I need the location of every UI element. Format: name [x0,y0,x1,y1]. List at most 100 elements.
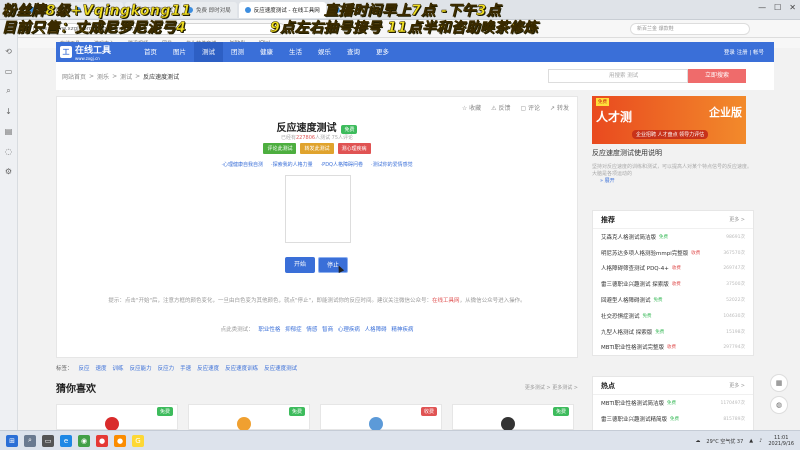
tag-link[interactable]: 反应 [79,364,90,372]
search-icon[interactable]: ⌕ [4,86,14,96]
browser-tab-active[interactable]: 反应速度测试 - 在线工具网 [238,1,326,18]
link-item[interactable]: ·测试你的爱情感觉 [371,161,413,168]
tag-link[interactable]: 反应速度 [197,364,219,372]
test-icon [501,417,515,431]
clock[interactable]: 11:01 2021/9/16 [768,435,794,447]
list-item[interactable]: 明尼苏达多项人格测验mmpi完整版 收费 367570次 [593,245,753,261]
mental-test-button[interactable]: 测心理疾病 [337,143,371,154]
link-item[interactable]: ·心理健康自我自测 [221,161,263,168]
more-tests-link[interactable]: 更多测试 > 更多测试 > [525,384,578,391]
network-icon[interactable]: ▲ [749,438,753,444]
chat-float-button[interactable]: ◍ [770,396,788,414]
breadcrumb-item[interactable]: 测乐 [97,72,109,81]
nav-item-health[interactable]: 健康 [252,42,281,62]
related-link[interactable]: 人格障碍 [365,327,387,333]
list-item[interactable]: 人格障碍筛查测试 PDQ-4+ 收费 269747次 [593,261,753,277]
close-icon[interactable]: ✕ [789,3,796,12]
list-item[interactable]: MBTI职业性格测试完整版 收费 297794次 [593,340,753,356]
site-search-button[interactable]: 立即搜索 [688,69,746,83]
comment-test-button[interactable]: 评论此测试 [263,143,297,154]
nav-item-life[interactable]: 生活 [281,42,310,62]
browser-search-input[interactable]: 新百兰金 爆款鞋 [630,23,750,35]
expand-link[interactable]: » 展开 [600,178,615,184]
start-button[interactable]: 开始 [285,257,315,273]
share-test-button[interactable]: 转发此测试 [300,143,334,154]
test-count: 15198次 [726,329,745,335]
related-link[interactable]: 抑郁症 [285,327,302,333]
link-item[interactable]: ·探索我的人格力量 [271,161,313,168]
list-item[interactable]: 社交恐惧症测试 免费 104630次 [593,308,753,324]
login-links[interactable]: 登录 注册 | 帐号 [724,48,774,56]
test-count: 269747次 [723,266,745,272]
nav-item-more[interactable]: 更多 [368,42,397,62]
app-icon[interactable]: G [132,434,144,447]
chat-icon[interactable]: ◌ [4,146,14,156]
tag-link[interactable]: 反应力 [158,364,175,372]
list-item[interactable]: 艾森克人格测试简洁版 免费 98691次 [593,229,753,245]
nav-item-home[interactable]: 首页 [136,42,165,62]
list-item[interactable]: 九型人格测试 探索版 免费 15198次 [593,324,753,340]
favorite-button[interactable]: ☆ 收藏 [462,103,481,112]
maximize-icon[interactable]: ☐ [774,3,781,12]
nav-item-group-tests[interactable]: 团测 [223,42,252,62]
related-link[interactable]: 情感 [306,327,317,333]
related-link[interactable]: 精神疾病 [391,327,413,333]
tag-link[interactable]: 反应能力 [130,364,152,372]
card-actions: ☆ 收藏 ⚠ 反馈 ▢ 评论 ↗ 转发 [462,103,569,112]
weather-status[interactable]: 29°C 空气优 37 [706,438,743,445]
volume-icon[interactable]: ♪ [759,438,762,444]
bookmark-icon[interactable]: ▭ [4,66,14,76]
windows-start-icon[interactable]: ⊞ [6,434,18,447]
tag-link[interactable]: 速度 [96,364,107,372]
list-item-title: 人格障碍筛查测试 PDQ-4+ [601,266,669,273]
enterprise-banner[interactable]: 免费 人才测 企业版 企业招聘 人才盘点 领导力评估 [592,96,746,144]
share-button[interactable]: ↗ 转发 [550,103,569,112]
tag-link[interactable]: 反应速度测试 [264,364,297,372]
gear-icon[interactable]: ⚙ [4,166,14,176]
tag-link[interactable]: 手速 [180,364,191,372]
guess-card[interactable]: 免费 [452,404,574,431]
search-icon[interactable]: ⌕ [24,434,36,447]
list-item[interactable]: 回避型人格障碍测试 免费 52022次 [593,292,753,308]
nav-item-entertainment[interactable]: 娱乐 [310,42,339,62]
breadcrumb-current: 反应速度测试 [143,73,180,81]
download-icon[interactable]: ↓ [4,106,14,116]
guess-section: 猜你喜欢 更多测试 > 更多测试 > 免费 免费 收费 免费 [56,380,578,431]
guess-card[interactable]: 免费 [56,404,178,431]
nav-item-tests[interactable]: 测试 [194,42,223,62]
list-item[interactable]: MBTI职业性格测试简洁版 免费 1170497次 [593,395,753,411]
breadcrumb-item[interactable]: 网站首页 [62,72,86,81]
note-icon[interactable]: ▤ [4,126,14,136]
related-link[interactable]: 职业性格 [258,327,280,333]
list-item[interactable]: 雷三德职业兴趣测试精简版 免费 815789次 [593,411,753,427]
breadcrumb-item[interactable]: 测试 [120,72,132,81]
qrcode-button[interactable]: ▦ [770,374,788,392]
related-link[interactable]: 智商 [322,327,333,333]
site-search-input[interactable]: 用搜索 测试 [548,69,688,83]
edge-icon[interactable]: e [60,434,72,447]
task-view-icon[interactable]: ▭ [42,434,54,447]
feedback-button[interactable]: ⚠ 反馈 [491,103,510,112]
test-instructions: 提示：点击"开始"后，注意方框的颜色变化，一旦由白色变为其他颜色，就点"停止"，… [108,298,526,304]
tag-link[interactable]: 反应速度训练 [225,364,258,372]
app-icon[interactable]: ● [96,434,108,447]
chrome-icon[interactable]: ◉ [78,434,90,447]
tag-link[interactable]: 训练 [113,364,124,372]
comment-button[interactable]: ▢ 评论 [520,103,540,112]
reaction-test-box[interactable] [285,175,351,243]
nav-item-images[interactable]: 图片 [165,42,194,62]
site-logo[interactable]: 工 在线工具 www.zxgj.cn [56,42,126,62]
list-item[interactable]: 雷三德职业兴趣测试 探索版 收费 37500次 [593,276,753,292]
more-link[interactable]: 更多 > [729,211,745,229]
guess-card[interactable]: 免费 [188,404,310,431]
nav-item-query[interactable]: 查询 [339,42,368,62]
app-icon[interactable]: ● [114,434,126,447]
related-link[interactable]: 心理疾病 [338,327,360,333]
history-icon[interactable]: ⟲ [4,46,14,56]
minimize-icon[interactable]: — [758,3,766,12]
more-link[interactable]: 更多 > [729,377,745,395]
guess-card[interactable]: 收费 [320,404,442,431]
breadcrumb: 网站首页 > 测乐 > 测试 > 反应速度测试 用搜索 测试 立即搜索 [56,62,774,90]
wechat-link[interactable]: 在线工具网 [432,298,460,304]
link-item[interactable]: ·PDQ人格障碍问卷 [321,161,363,168]
